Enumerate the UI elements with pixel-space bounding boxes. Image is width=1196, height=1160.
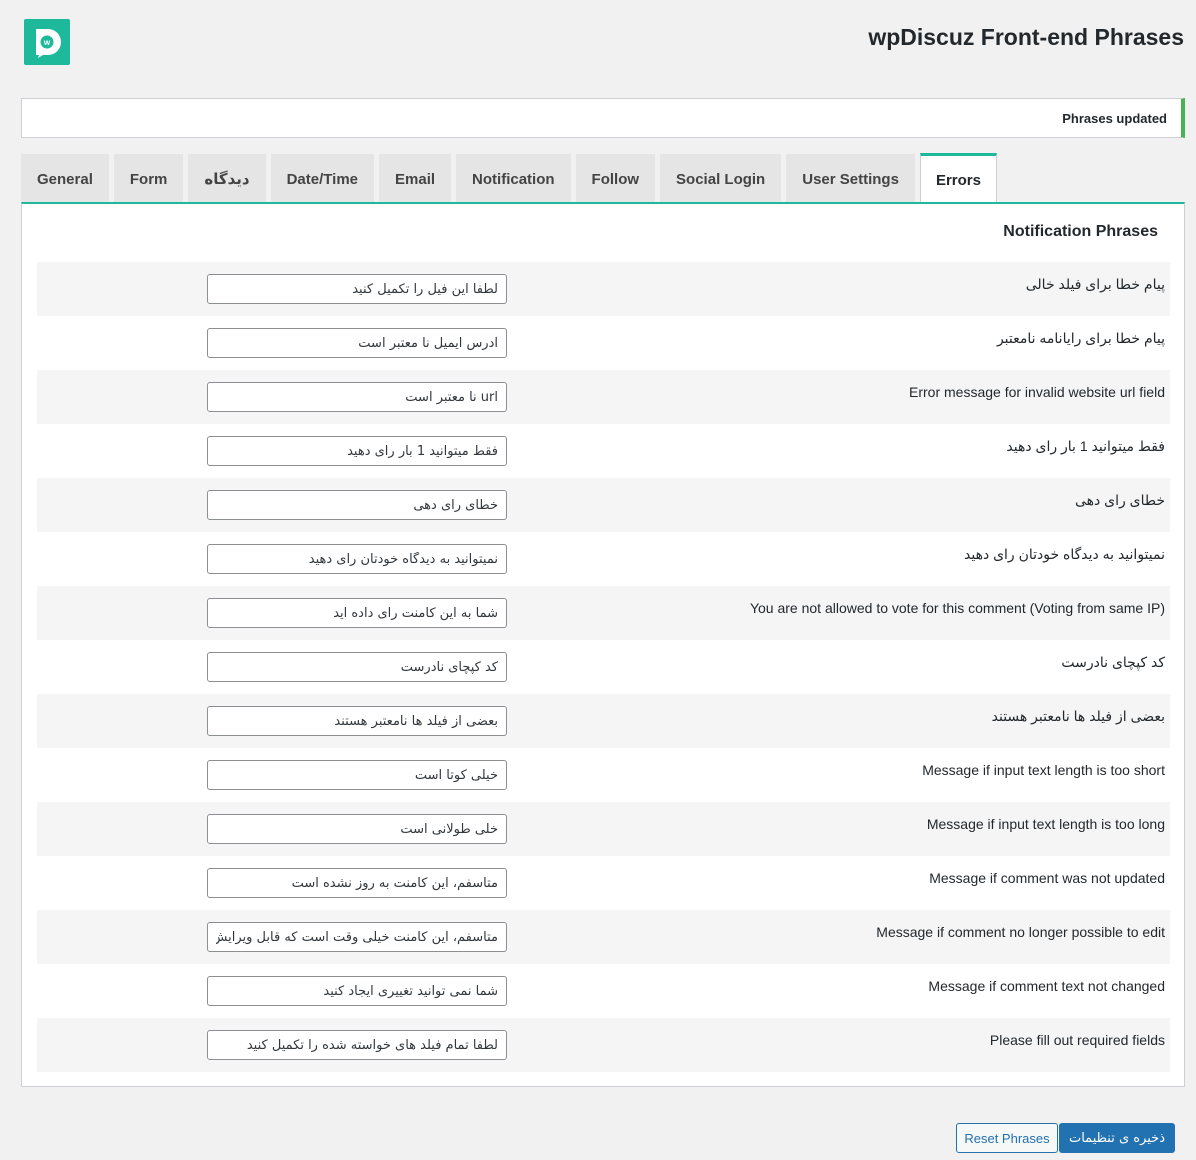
phrase-label: Error message for invalid website url fi… (909, 384, 1165, 400)
phrase-row: خطای رای دهی (37, 478, 1170, 532)
phrase-input[interactable] (207, 706, 507, 736)
phrase-input[interactable] (207, 544, 507, 574)
phrase-label: پیام خطا برای فیلد خالی (1025, 276, 1165, 292)
phrase-row: پیام خطا برای فیلد خالی (37, 262, 1170, 316)
tab-general[interactable]: General (21, 154, 109, 203)
success-notice: Phrases updated (21, 98, 1185, 138)
phrase-input[interactable] (207, 976, 507, 1006)
phrase-input[interactable] (207, 922, 507, 952)
phrase-row: Message if comment was not updated (37, 856, 1170, 910)
phrase-label: Please fill out required fields (989, 1032, 1165, 1048)
tab-email[interactable]: Email (379, 154, 452, 203)
phrase-row: نمیتوانید به دیدگاه خودتان رای دهید (37, 532, 1170, 586)
phrase-input[interactable] (207, 490, 507, 520)
phrase-row: Message if input text length is too shor… (37, 748, 1170, 802)
phrase-label: پیام خطا برای رایانامه نامعتبر (996, 330, 1165, 346)
phrase-label: Message if comment was not updated (929, 870, 1165, 886)
phrase-row: You are not allowed to vote for this com… (37, 586, 1170, 640)
phrase-row: بعضی از فیلد ها نامعتبر هستند (37, 694, 1170, 748)
phrase-rows: پیام خطا برای فیلد خالی پیام خطا برای رای… (37, 262, 1170, 1072)
phrase-row: پیام خطا برای رایانامه نامعتبر (37, 316, 1170, 370)
phrase-input[interactable] (207, 436, 507, 466)
phrase-input[interactable] (207, 274, 507, 304)
tab-user-settings[interactable]: User Settings (786, 154, 915, 203)
phrases-panel: Notification Phrases پیام خطا برای فیلد … (21, 202, 1185, 1087)
logo-mark: w (36, 29, 61, 58)
phrase-row: Message if comment no longer possible to… (37, 910, 1170, 964)
phrase-label: Message if input text length is too long (926, 816, 1165, 832)
save-settings-button[interactable]: ذخیره ی تنظیمات (1059, 1123, 1175, 1153)
phrase-label: خطای رای دهی (1074, 492, 1165, 508)
phrase-input[interactable] (207, 598, 507, 628)
phrase-row: فقط میتوانید 1 بار رای دهید (37, 424, 1170, 478)
phrase-label: You are not allowed to vote for this com… (749, 600, 1165, 616)
phrase-input[interactable] (207, 1030, 507, 1060)
phrase-input[interactable] (207, 868, 507, 898)
wpdiscuz-logo-icon: w (24, 19, 70, 65)
phrase-input[interactable] (207, 814, 507, 844)
phrase-label: کد کپچای نادرست (1061, 654, 1165, 670)
tab-notification[interactable]: Notification (456, 154, 571, 203)
tab-form[interactable]: Form (113, 154, 184, 203)
svg-text:w: w (43, 38, 51, 47)
page-title: wpDiscuz Front-end Phrases (868, 24, 1184, 50)
tab-date-time[interactable]: Date/Time (270, 154, 375, 203)
phrase-input[interactable] (207, 760, 507, 790)
phrase-label: Message if comment no longer possible to… (876, 924, 1165, 940)
phrase-input[interactable] (207, 328, 507, 358)
phrase-input[interactable] (207, 382, 507, 412)
settings-tabs: General Form دیدگاه Date/Time Email Noti… (21, 153, 997, 204)
phrase-row: Please fill out required fields (37, 1018, 1170, 1072)
phrase-row: Message if comment text not changed (37, 964, 1170, 1018)
tab-follow[interactable]: Follow (575, 154, 656, 203)
phrase-row: کد کپچای نادرست (37, 640, 1170, 694)
phrase-row: Error message for invalid website url fi… (37, 370, 1170, 424)
phrase-label: بعضی از فیلد ها نامعتبر هستند (991, 708, 1165, 724)
reset-phrases-button[interactable]: Reset Phrases (956, 1123, 1058, 1153)
phrase-label: Message if comment text not changed (928, 978, 1165, 994)
tab-errors[interactable]: Errors (919, 153, 997, 204)
phrase-label: Message if input text length is too shor… (922, 762, 1165, 778)
phrase-input[interactable] (207, 652, 507, 682)
tab-comment[interactable]: دیدگاه (188, 154, 266, 203)
tab-social-login[interactable]: Social Login (660, 154, 782, 203)
phrase-label: نمیتوانید به دیدگاه خودتان رای دهید (964, 546, 1165, 562)
phrase-label: فقط میتوانید 1 بار رای دهید (1006, 438, 1165, 454)
panel-title: Notification Phrases (1003, 223, 1158, 240)
notice-text: Phrases updated (1062, 110, 1167, 126)
phrase-row: Message if input text length is too long (37, 802, 1170, 856)
